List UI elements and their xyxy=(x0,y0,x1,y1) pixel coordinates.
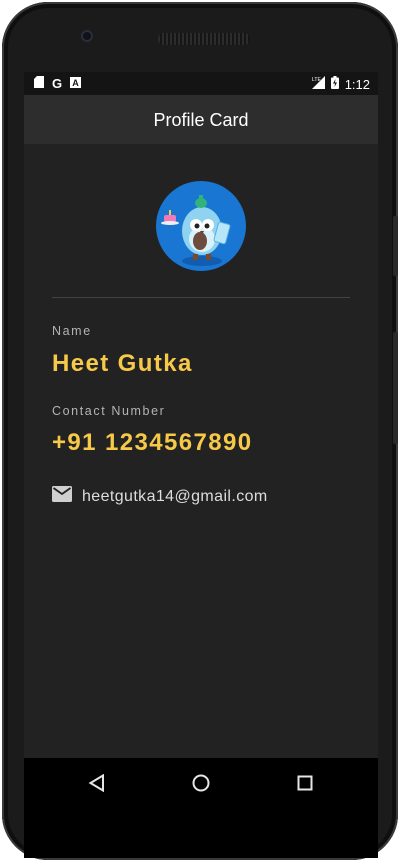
profile-card: Name Heet Gutka Contact Number +91 12345… xyxy=(24,144,378,758)
bird-avatar-icon xyxy=(161,195,231,266)
name-value: Heet Gutka xyxy=(52,350,193,377)
home-icon xyxy=(192,774,210,792)
svg-text:LTE: LTE xyxy=(312,77,321,83)
google-icon: G xyxy=(52,76,63,91)
sd-card-icon xyxy=(34,76,44,91)
status-bar: G A LTE 1:12 xyxy=(24,72,378,95)
battery-charging-icon xyxy=(330,76,339,92)
page-title: Profile Card xyxy=(153,110,249,130)
app-bar: Profile Card xyxy=(24,95,378,144)
screen: G A LTE 1:12 Profile Card Name Heet Gutk… xyxy=(24,72,378,858)
screen-bottom-bezel xyxy=(24,807,378,858)
avatar[interactable] xyxy=(156,181,246,271)
back-icon xyxy=(88,774,104,792)
contact-label: Contact Number xyxy=(52,404,166,418)
lte-signal-icon: LTE xyxy=(311,76,325,92)
name-label: Name xyxy=(52,324,92,338)
email-row[interactable]: heetgutka14@gmail.com xyxy=(52,486,268,507)
navigation-bar xyxy=(24,758,378,807)
contact-value: +91 1234567890 xyxy=(52,429,253,456)
email-icon xyxy=(52,486,72,507)
power-button xyxy=(393,332,398,444)
svg-text:A: A xyxy=(72,78,79,88)
home-button[interactable] xyxy=(188,770,214,796)
back-button[interactable] xyxy=(84,770,110,796)
recents-icon xyxy=(297,775,313,791)
front-camera xyxy=(81,30,93,42)
phone-frame: G A LTE 1:12 Profile Card Name Heet Gutk… xyxy=(2,2,398,860)
recents-button[interactable] xyxy=(292,770,318,796)
status-time: 1:12 xyxy=(344,76,370,92)
font-icon: A xyxy=(70,76,82,91)
volume-button xyxy=(393,216,398,276)
earpiece-speaker xyxy=(158,33,250,45)
email-text: heetgutka14@gmail.com xyxy=(82,487,268,505)
divider xyxy=(52,297,350,298)
